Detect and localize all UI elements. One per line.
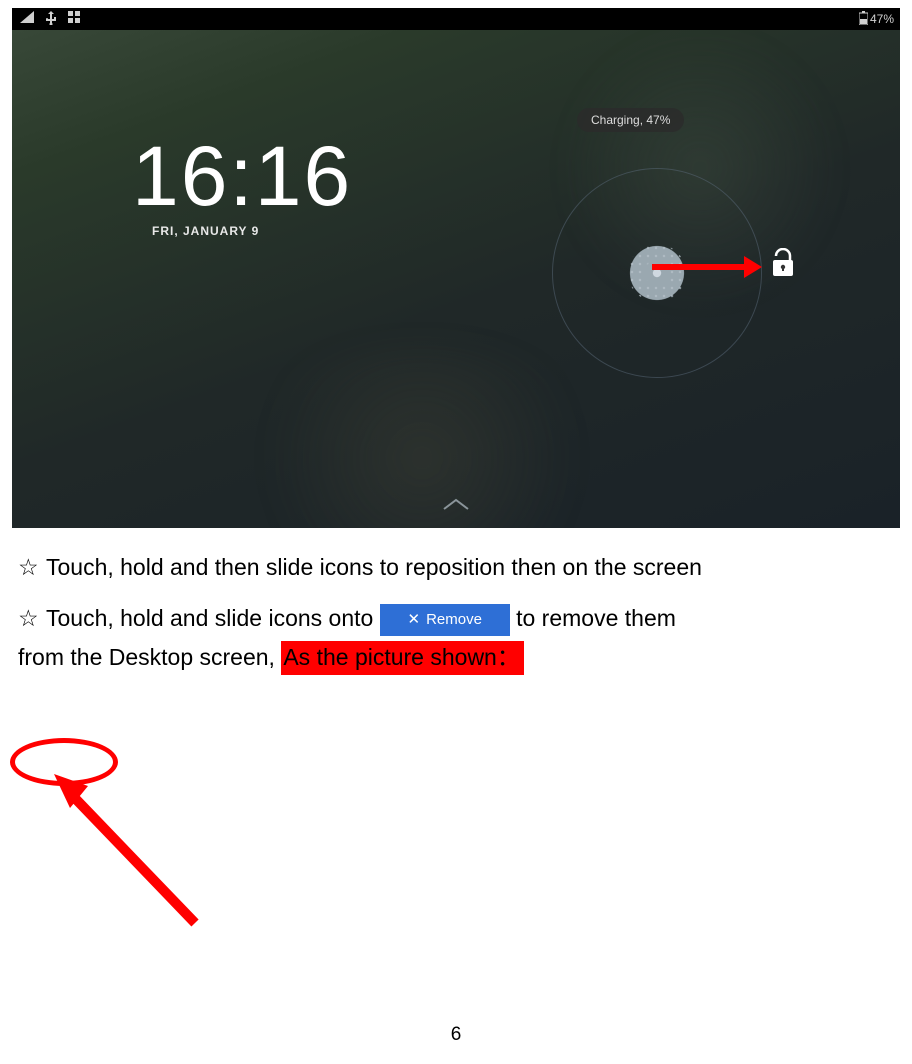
chevron-up-icon[interactable]	[442, 497, 470, 516]
charging-toast: Charging, 47%	[577, 108, 684, 132]
page-number: 6	[0, 1024, 912, 1046]
battery-text: 47%	[870, 12, 894, 26]
bullet-2-text-c: from the Desktop screen,	[18, 644, 275, 670]
bullet-1-text: Touch, hold and then slide icons to repo…	[46, 554, 702, 580]
lockscreen-screenshot: 47% 16:16 FRI, JANUARY 9 Charging, 47%	[12, 8, 900, 528]
star-icon: ☆	[18, 548, 40, 587]
bullet-2-text-b: to remove them	[516, 605, 676, 631]
status-bar: 47%	[12, 8, 900, 30]
menu-icon	[68, 11, 80, 28]
bullet-1: ☆ Touch, hold and then slide icons to re…	[18, 548, 894, 587]
remove-button[interactable]: ✕ Remove	[380, 604, 510, 636]
star-icon: ☆	[18, 599, 40, 638]
bullet-2-text-a: Touch, hold and slide icons onto	[46, 605, 373, 631]
annotation-arrow-diag	[50, 768, 210, 928]
annotation-callout	[10, 738, 230, 948]
usb-icon	[46, 11, 56, 28]
highlight-text: As the picture shown：	[281, 641, 524, 675]
remove-label: Remove	[426, 607, 482, 633]
bg-decor	[232, 348, 612, 528]
document-body: ☆ Touch, hold and then slide icons to re…	[12, 528, 900, 677]
signal-icon	[20, 11, 34, 28]
lock-open-icon[interactable]	[770, 248, 796, 283]
clock-time: 16:16	[132, 128, 352, 225]
bullet-2: ☆ Touch, hold and slide icons onto ✕ Rem…	[18, 599, 894, 677]
annotation-arrow-right	[652, 260, 762, 274]
battery-icon	[859, 11, 868, 28]
close-icon: ✕	[408, 607, 421, 633]
clock-date: FRI, JANUARY 9	[152, 224, 259, 238]
